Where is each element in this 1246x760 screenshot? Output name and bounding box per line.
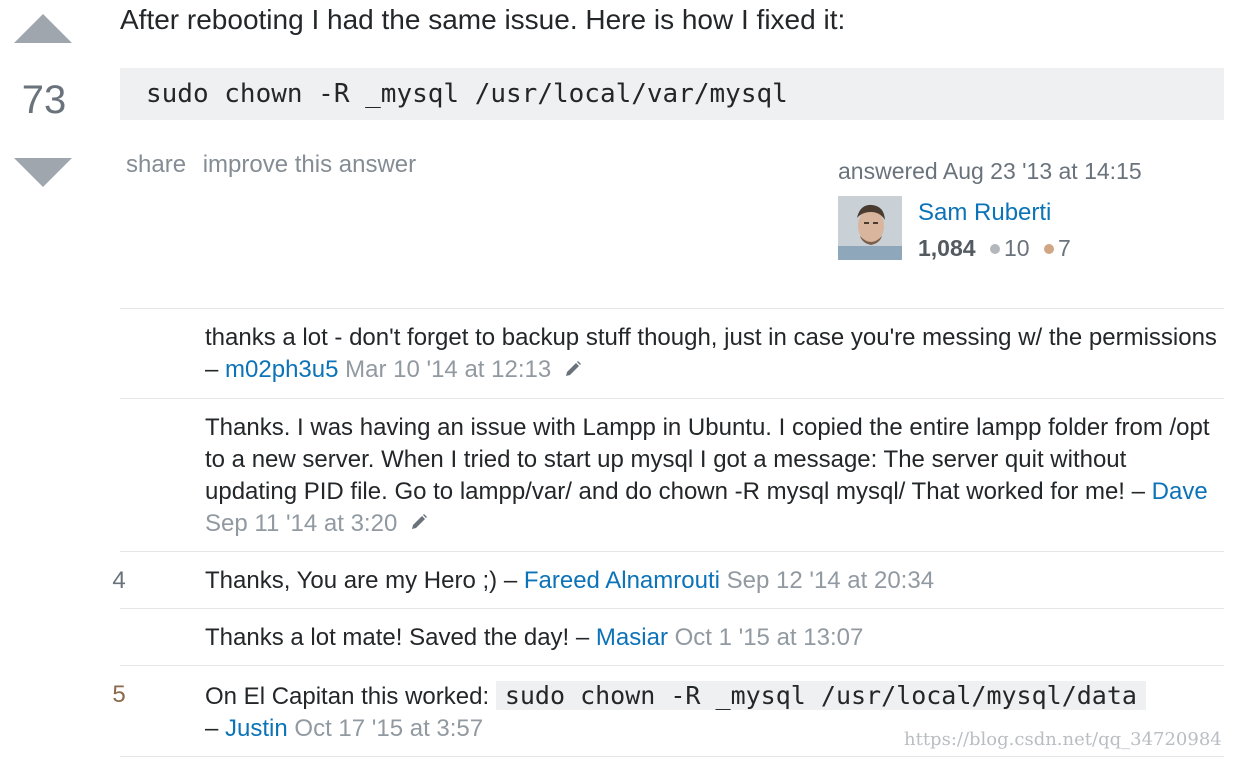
answer-body: After rebooting I had the same issue. He…	[120, 4, 846, 35]
comment-text: On El Capitan this worked:	[205, 683, 490, 711]
comment-user-link[interactable]: m02ph3u5	[225, 356, 338, 383]
comment: Thanks a lot mate! Saved the day! – Masi…	[120, 609, 1224, 667]
user-avatar-icon	[838, 196, 902, 260]
user-card: answered Aug 23 '13 at 14:15 Sam Ruberti…	[838, 156, 1218, 261]
avatar[interactable]	[838, 196, 902, 260]
user-name-link[interactable]: Sam Ruberti	[918, 199, 1051, 226]
downvote-arrow-icon[interactable]	[14, 158, 72, 187]
answered-time: answered Aug 23 '13 at 14:15	[838, 158, 1142, 184]
comment-date[interactable]: Oct 1 '15 at 13:07	[675, 624, 864, 651]
watermark: https://blog.csdn.net/qq_34720984	[904, 729, 1222, 750]
pencil-icon	[564, 355, 582, 387]
comment-dash: –	[205, 715, 219, 743]
bronze-badge-icon	[1043, 243, 1054, 254]
pencil-icon	[410, 508, 428, 540]
comment-body: Thanks a lot mate! Saved the day! – Masi…	[205, 609, 1224, 665]
comment-dash: –	[503, 567, 518, 595]
comment-text: Thanks, You are my Hero ;)	[205, 567, 498, 595]
comment-text: Thanks. I was having an issue with Lampp…	[205, 413, 1210, 505]
comment-date[interactable]: Mar 10 '14 at 12:13	[345, 356, 551, 383]
comment-date[interactable]: Sep 11 '14 at 3:20	[205, 510, 397, 537]
comment-body: Thanks. I was having an issue with Lampp…	[205, 399, 1224, 552]
reputation-score: 1,084	[918, 235, 976, 261]
silver-badge-icon	[989, 243, 1000, 254]
comment: thanks a lot - don't forget to backup st…	[120, 309, 1224, 399]
comment-score: 5	[112, 681, 126, 709]
comment-user-link[interactable]: Dave	[1152, 478, 1208, 505]
bronze-badge-count: 7	[1057, 235, 1071, 261]
comment-dash: –	[205, 356, 219, 383]
silver-badge-count: 10	[1003, 235, 1030, 261]
comment-text: thanks a lot - don't forget to backup st…	[205, 324, 1217, 351]
comment-user-link[interactable]: Justin	[225, 715, 288, 742]
share-link[interactable]: share	[126, 151, 186, 178]
user-details: Sam Ruberti 1,084 10 7	[918, 196, 1071, 266]
comment-body: thanks a lot - don't forget to backup st…	[205, 309, 1224, 398]
post-menu: share improve this answer	[126, 150, 426, 180]
comment-text: Thanks a lot mate! Saved the day!	[205, 624, 570, 652]
comment-date[interactable]: Oct 17 '15 at 3:57	[294, 715, 483, 742]
comment-score: 4	[112, 567, 126, 595]
comment: 4 Thanks, You are my Hero ;) – Fareed Al…	[112, 552, 1224, 610]
vote-cell: 73	[0, 0, 90, 200]
comments-list: thanks a lot - don't forget to backup st…	[112, 308, 1224, 758]
upvote-arrow-icon[interactable]	[14, 14, 72, 43]
comment: Thanks. I was having an issue with Lampp…	[120, 399, 1224, 553]
comment-date[interactable]: Sep 12 '14 at 20:34	[727, 567, 934, 594]
vote-count: 73	[21, 78, 67, 122]
answer-code-block: sudo chown -R _mysql /usr/local/var/mysq…	[120, 68, 1224, 120]
reputation-line: 1,084 10 7	[918, 230, 1071, 266]
comment-dash: –	[575, 624, 590, 652]
comment-body: Thanks, You are my Hero ;) – Fareed Alna…	[205, 552, 1224, 608]
improve-answer-link[interactable]: improve this answer	[203, 151, 416, 178]
comment-user-link[interactable]: Fareed Alnamrouti	[524, 567, 720, 594]
comment-user-link[interactable]: Masiar	[596, 624, 668, 651]
comment-inline-code: sudo chown -R _mysql /usr/local/mysql/da…	[495, 681, 1146, 711]
comment-dash: –	[1131, 477, 1145, 505]
